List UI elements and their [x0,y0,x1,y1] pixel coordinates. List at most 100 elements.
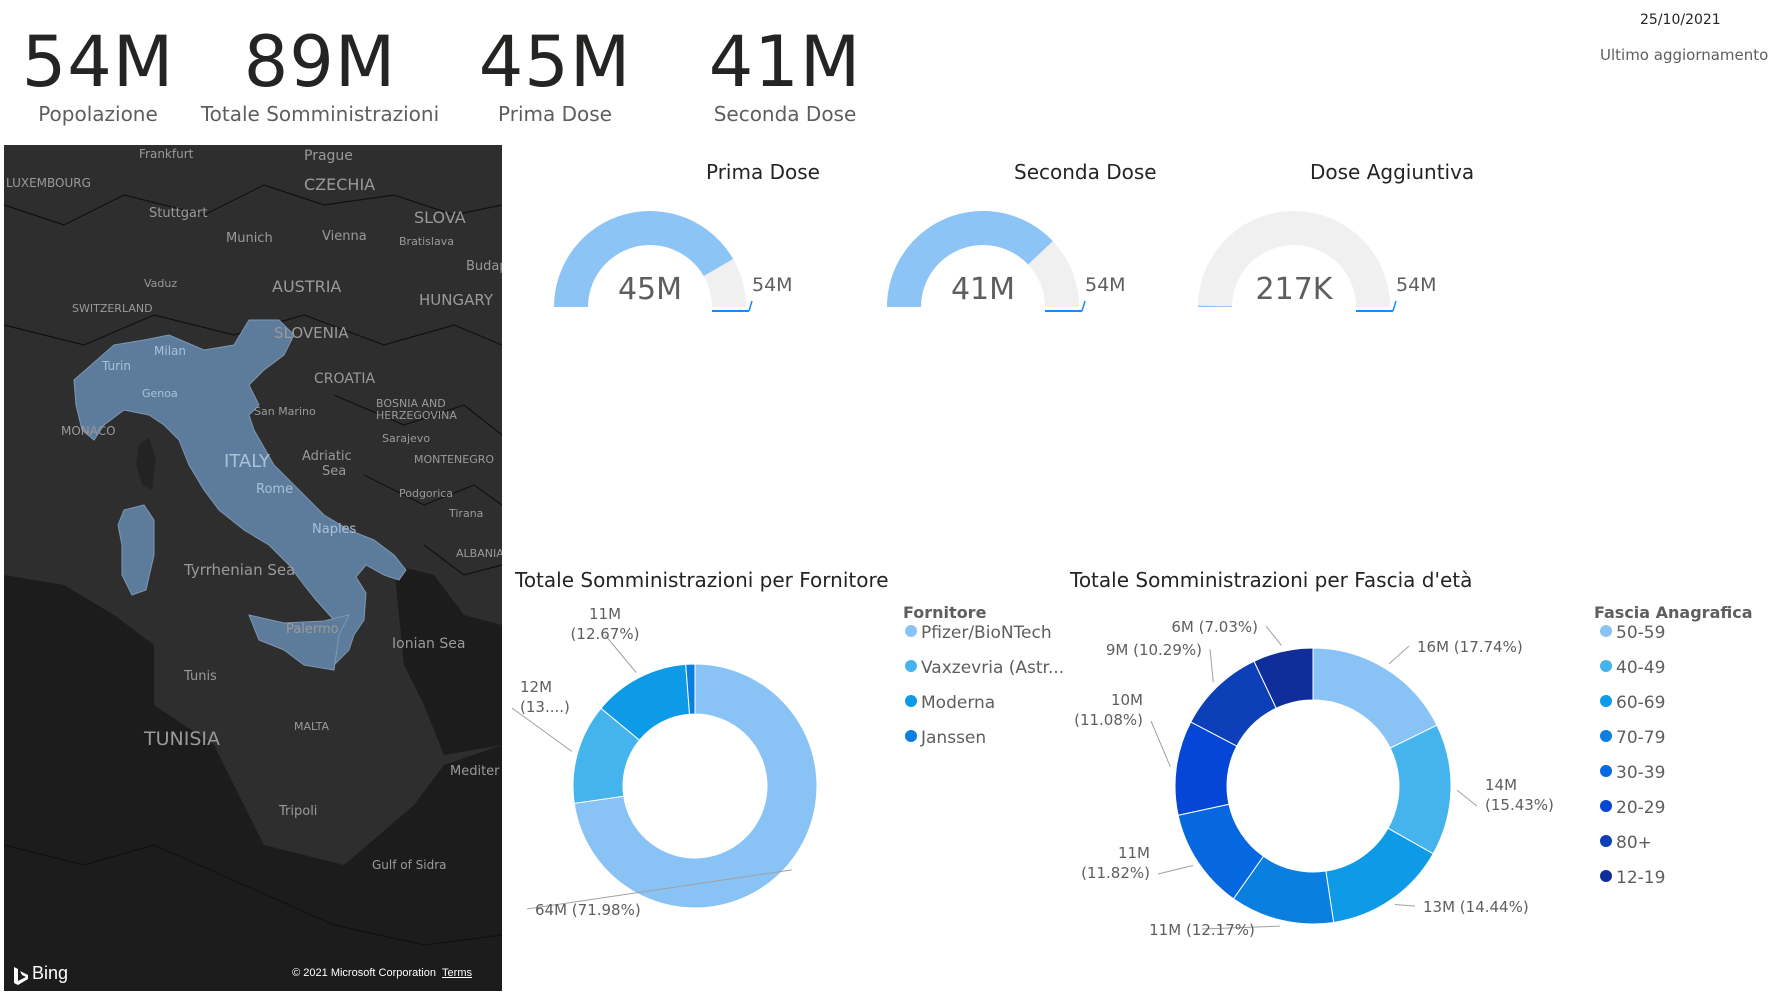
data-label-leader [1265,625,1282,646]
data-label: 11M [589,605,621,623]
map-label: Munich [226,231,273,246]
legend-label: 30-39 [1616,763,1666,783]
map-label: San Marino [254,405,316,418]
donut-slice [1387,724,1452,855]
kpi-value: 54M [21,21,175,103]
kpi-label: Totale Somministrazioni [200,102,440,126]
bing-label: Bing [32,963,69,983]
donut-slice [600,663,691,741]
gauge-max: 54M [752,274,793,296]
data-label-leader [526,869,792,910]
legend-item[interactable]: 30-39 [1600,763,1665,783]
map-label: SLOVA [414,208,466,227]
donut-slice [1190,660,1277,747]
donut-slice [1253,647,1314,709]
data-label-leader [1201,925,1280,930]
terms-link[interactable]: Terms [442,967,472,979]
legend-item[interactable]: Pfizer/BioNTech [905,623,1052,643]
legend-swatch [1600,625,1612,637]
legend-swatch [1600,835,1612,847]
legend-item[interactable]: 80+ [1600,833,1652,853]
map-label: Mediter [450,764,500,779]
legend-item[interactable]: 50-59 [1600,623,1665,643]
donut-slice [1325,827,1434,924]
legend-label: 80+ [1616,833,1652,853]
map-label: ITALY [224,451,271,472]
legend-swatch [1600,730,1612,742]
map-label: LUXEMBOURG [6,176,91,190]
gauge-value: 45M [618,272,682,307]
gauge: 45M 54M [554,211,793,312]
map-label: Rome [256,482,293,497]
map-label: Tyrrhenian Sea [183,561,295,579]
map-label: CZECHIA [304,175,375,194]
data-label: (15.43%) [1485,796,1554,814]
map-label: Palermo [286,622,339,637]
donut-title-age: Totale Somministrazioni per Fascia d'età [1070,568,1473,592]
gauge-value: 217K [1256,272,1334,307]
legend-label: 40-49 [1616,658,1666,678]
kpi-label: Seconda Dose [713,102,857,126]
donut-chart: 16M (17.74%) 14M (15.43%) 13M (14.44%) 11M (… [1074,618,1554,939]
legend-label: Pfizer/BioNTech [921,623,1052,643]
gauge-fill [554,211,734,307]
legend-label: Moderna [921,693,996,713]
kpi-second-dose: 41M Seconda Dose [700,22,870,126]
last-update-date: 25/10/2021 [1640,12,1721,28]
legend-item[interactable]: 70-79 [1600,728,1665,748]
map-label: Vaduz [144,277,177,290]
data-label: 14M [1485,776,1517,794]
map-label: Prague [304,148,353,164]
data-label: 10M [1111,691,1143,709]
legend-label: 60-69 [1616,693,1666,713]
legend-item[interactable]: Vaxzevria (Astr... [905,658,1064,678]
donut-slice [685,663,696,715]
legend-swatch [1600,800,1612,812]
map-label: MALTA [294,720,329,733]
map-label: MONACO [61,424,116,438]
data-label: (11.08%) [1074,711,1143,729]
kpi-total-administrations: 89M Totale Somministrazioni [200,22,440,126]
data-label: (13....) [520,698,570,716]
map-label: Tunis [183,669,217,684]
italy-map[interactable]: Frankfurt Prague LUXEMBOURG CZECHIA Stuttgar… [4,145,502,991]
legend-item[interactable]: 20-29 [1600,798,1665,818]
map-label: Genoa [142,387,178,400]
gauge-title-additional-dose: Dose Aggiuntiva [1310,160,1475,184]
map-label: CROATIA [314,371,375,387]
gauge-target-tick [1392,300,1397,312]
gauge-track [887,211,1079,307]
map-label: Turin [101,359,131,373]
map-label: Adriatic [302,449,352,464]
data-label-leader [1157,865,1194,875]
kpi-label: Popolazione [38,102,158,126]
map-label: Frankfurt [139,147,194,161]
kpi-value: 89M [243,21,397,103]
gauge-fill [1198,305,1233,307]
legend-item[interactable]: Janssen [905,728,986,748]
gauge-target-tick [1081,300,1086,312]
legend-item[interactable]: Moderna [905,693,995,713]
data-label-leader [1394,904,1416,907]
legend-swatch [1600,765,1612,777]
legend-item[interactable]: 12-19 [1600,868,1665,888]
map-label: Naples [312,522,357,537]
map-canvas[interactable]: Frankfurt Prague LUXEMBOURG CZECHIA Stuttgar… [4,145,502,991]
data-label-leader [511,707,573,752]
kpi-population: 54M Popolazione [18,22,178,126]
legend-swatch [905,625,917,637]
gauge-target-tick [748,300,753,312]
legend-item[interactable]: 60-69 [1600,693,1665,713]
data-label: 6M (7.03%) [1171,618,1258,636]
data-label: 11M (12.17%) [1149,921,1255,939]
data-label-leader [1388,645,1410,665]
gauge-fill [887,211,1053,307]
kpi-value: 45M [478,21,632,103]
legend-item[interactable]: 40-49 [1600,658,1665,678]
legend-label: 50-59 [1616,623,1666,643]
map-label: SWITZERLAND [72,302,153,315]
gauge-title-second-dose: Seconda Dose [1014,160,1157,184]
data-label: (12.67%) [571,625,640,643]
map-label: MONTENEGRO [414,453,494,466]
map-label: Vienna [322,229,367,244]
